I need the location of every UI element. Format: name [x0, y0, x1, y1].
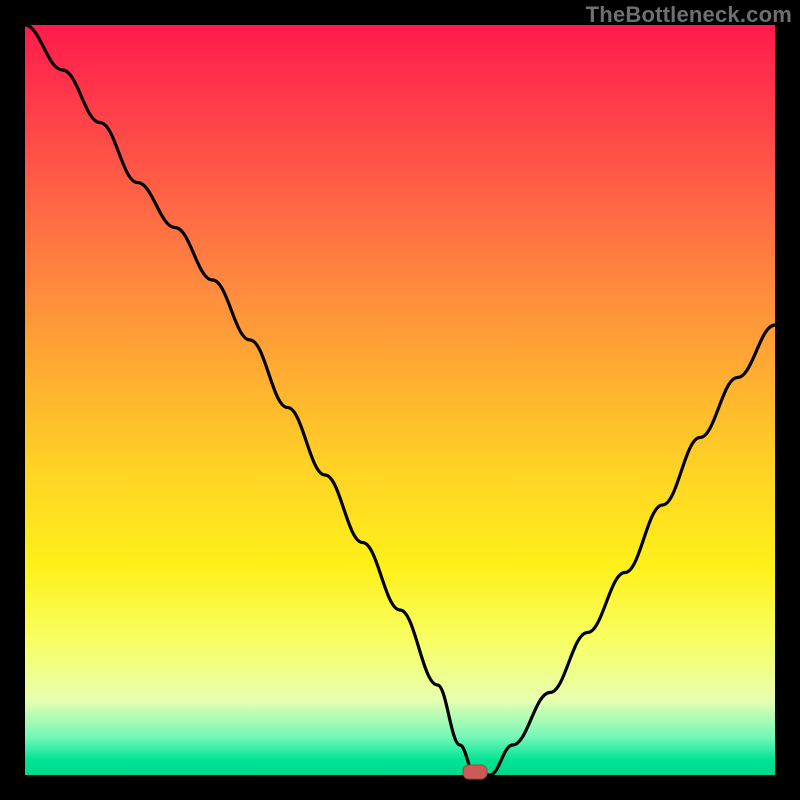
chart-frame: TheBottleneck.com [0, 0, 800, 800]
min-marker [463, 765, 487, 779]
bottleneck-curve [25, 25, 775, 775]
curve-svg [25, 25, 775, 775]
watermark-text: TheBottleneck.com [586, 2, 792, 28]
